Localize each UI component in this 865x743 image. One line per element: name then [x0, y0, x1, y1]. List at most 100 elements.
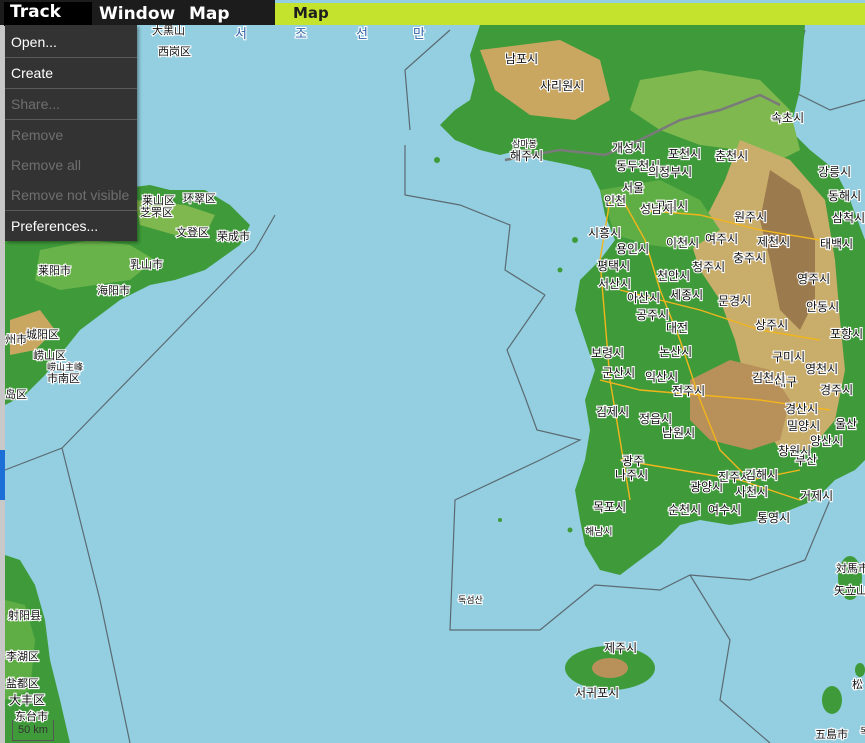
city-label: 천안시: [657, 268, 690, 283]
city-label: 해주시: [510, 149, 543, 163]
city-label: 사천시: [735, 484, 768, 499]
city-label: 영천시: [805, 361, 838, 376]
menu-item-create[interactable]: Create: [5, 58, 137, 88]
menu-window[interactable]: Window: [99, 4, 175, 24]
city-label: 乳山市: [130, 257, 163, 271]
city-label: 이천시: [666, 235, 699, 250]
sea-label: 서: [235, 27, 247, 42]
city-label: 大丰区: [9, 693, 45, 707]
city-label: 속초시: [771, 111, 804, 125]
city-label: 대전: [666, 321, 688, 335]
city-label: 익산시: [645, 370, 678, 384]
city-label: 창원시: [778, 444, 811, 458]
city-label: 논산시: [659, 345, 692, 359]
city-label: 안동시: [806, 300, 839, 314]
menu-bar: Track Window Map: [0, 0, 275, 26]
city-label: 원주시: [734, 210, 767, 224]
menu-item-remove-all: Remove all: [11, 157, 82, 173]
city-label: 岛区: [5, 387, 27, 401]
city-label: 강릉시: [818, 165, 851, 179]
city-label: 울산: [835, 417, 857, 431]
city-label: 対馬市: [836, 561, 865, 575]
city-label: 城阳区: [26, 328, 59, 341]
city-label: 밀양시: [787, 419, 820, 433]
city-label: 개성시: [612, 141, 645, 155]
city-label: 제주시: [604, 641, 637, 655]
city-label: 남포시: [505, 52, 538, 66]
city-label: 통영시: [757, 511, 790, 525]
peak-label: 大黑山: [152, 25, 185, 37]
city-label: 독도: [860, 726, 865, 738]
menu-item-open[interactable]: Open...: [5, 27, 137, 57]
city-label: 군산시: [602, 366, 635, 380]
city-label: 文登区: [176, 225, 209, 239]
city-label: 청주시: [692, 260, 725, 274]
city-label: 양산시: [810, 434, 843, 448]
city-label: 태백시: [820, 237, 853, 251]
city-label: 사리원시: [540, 79, 584, 93]
city-label: 김천시: [752, 370, 785, 385]
city-label: 충주시: [733, 251, 766, 265]
city-label: 해남시: [585, 525, 613, 538]
peak-label: 矢立山: [834, 583, 865, 597]
track-dropdown-menu: Open... Create Share... Remove Remove al…: [5, 25, 137, 241]
map-header-label: Map: [293, 4, 329, 22]
city-label: 莱阳市: [38, 263, 71, 277]
city-label: 州市: [5, 332, 27, 346]
city-label: 광주: [622, 454, 644, 468]
city-label: 삼척시: [832, 211, 865, 225]
city-label: 李湖区: [6, 649, 39, 663]
city-label: 荣成市: [217, 229, 250, 243]
city-label: 순천시: [668, 502, 701, 517]
city-label: 제천시: [757, 234, 790, 249]
city-label: 구미시: [772, 350, 805, 364]
menu-item-preferences[interactable]: Preferences...: [5, 211, 137, 241]
menu-track[interactable]: Track: [4, 2, 92, 26]
city-label: 인천: [604, 193, 626, 208]
city-label: 문경시: [718, 294, 751, 308]
city-label: 춘천시: [715, 148, 748, 163]
menu-item-remove-not-visible: Remove not visible: [11, 187, 130, 203]
city-label: 포천시: [668, 146, 701, 161]
city-label: 西岗区: [158, 45, 191, 58]
city-label: 정읍시: [639, 412, 672, 426]
city-label: 五島市: [815, 727, 848, 741]
menu-item-remove: Remove: [11, 127, 64, 143]
city-label: 목포시: [593, 500, 626, 514]
sea-label: 선: [356, 27, 368, 42]
city-label: 의정부시: [648, 165, 692, 179]
peak-label: 삼마봉: [512, 139, 537, 150]
city-label: 여주시: [705, 232, 738, 246]
city-label: 芝罘区: [140, 206, 173, 219]
city-label: 崂山区: [33, 349, 66, 362]
city-label: 海阳市: [97, 283, 130, 297]
city-label: 용인시: [616, 242, 649, 256]
city-label: 아산시: [627, 291, 660, 305]
city-label: 전주시: [672, 384, 705, 398]
city-label: 동해시: [828, 189, 861, 203]
city-label: 남원시: [662, 426, 695, 440]
peak-label: 독섬산: [458, 595, 483, 606]
city-label: 松: [852, 677, 863, 691]
sea-label: 조: [295, 27, 307, 42]
menu-map[interactable]: Map: [189, 4, 230, 24]
city-label: 경주시: [820, 383, 853, 397]
city-label: 市南区: [47, 371, 80, 385]
menu-item-share: Share...: [11, 96, 61, 112]
city-label: 김제시: [596, 405, 629, 419]
left-edge-accent: [0, 450, 5, 500]
city-label: 보령시: [591, 346, 624, 360]
city-label: 성남시: [640, 202, 673, 216]
city-label: 경산시: [785, 402, 818, 416]
city-label: 거제시: [800, 489, 833, 503]
city-label: 세종시: [670, 288, 703, 302]
city-label: 环翠区: [183, 192, 216, 205]
city-label: 공주시: [636, 308, 669, 322]
city-label: 서울: [622, 181, 644, 195]
city-label: 나주시: [615, 468, 648, 482]
city-label: 서산시: [598, 277, 631, 291]
city-label: 시흥시: [588, 226, 621, 240]
city-label: 평택시: [597, 259, 630, 273]
city-label: 김해시: [745, 468, 778, 482]
city-label: 射阳县: [8, 608, 41, 622]
